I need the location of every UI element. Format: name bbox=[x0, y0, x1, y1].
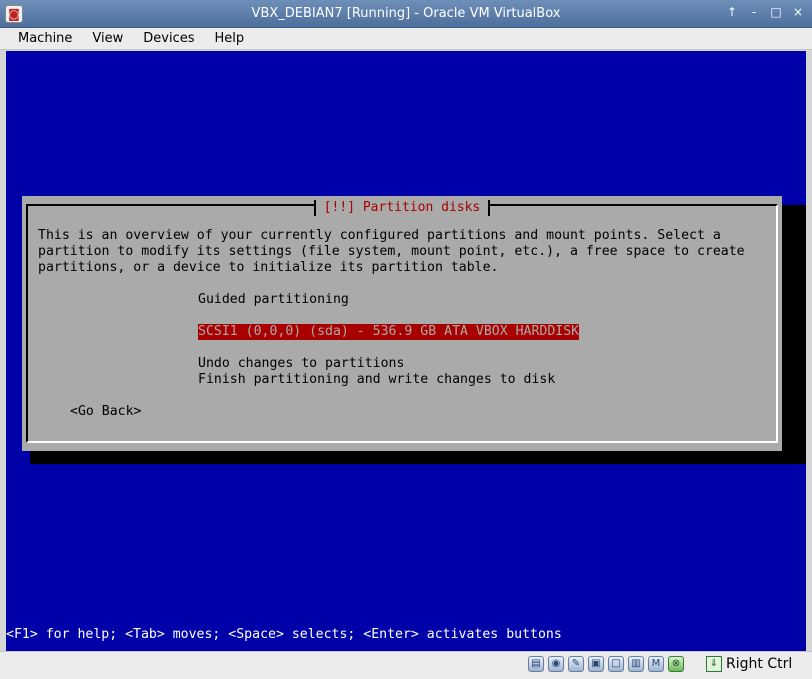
partition-dialog: [!!] Partition disks This is an overview… bbox=[22, 196, 782, 451]
menu-machine[interactable]: Machine bbox=[8, 28, 82, 49]
status-bar: ▤ ◉ ✎ ▣ □ ▥ M ⊗ ⇓ Right Ctrl bbox=[0, 651, 812, 679]
vm-screen[interactable]: [!!] Partition disks This is an overview… bbox=[6, 51, 806, 651]
menu-bar: Machine View Devices Help bbox=[0, 28, 812, 50]
option-finish-partitioning[interactable]: Finish partitioning and write changes to… bbox=[198, 372, 555, 388]
mouse-integration-icon: ⇓ bbox=[706, 656, 722, 672]
usb-icon[interactable]: ✎ bbox=[568, 656, 584, 672]
host-key-label: Right Ctrl bbox=[726, 656, 793, 672]
maximize-icon[interactable]: □ bbox=[770, 5, 782, 19]
minimize-icon[interactable]: - bbox=[748, 5, 760, 19]
host-key-indicator[interactable]: ⇓ Right Ctrl bbox=[706, 656, 792, 672]
menu-devices[interactable]: Devices bbox=[133, 28, 204, 49]
close-icon[interactable]: × bbox=[792, 5, 804, 19]
keep-above-icon[interactable]: ↑ bbox=[726, 5, 738, 19]
network-icon[interactable]: M bbox=[648, 656, 664, 672]
video-capture-icon[interactable]: ▥ bbox=[628, 656, 644, 672]
shared-folders-icon[interactable]: ▣ bbox=[588, 656, 604, 672]
display-icon[interactable]: □ bbox=[608, 656, 624, 672]
window-controls: ↑ - □ × bbox=[726, 5, 804, 19]
dialog-title-text: [!!] Partition disks bbox=[313, 200, 491, 216]
optical-drive-icon[interactable]: ◉ bbox=[548, 656, 564, 672]
dialog-description: This is an overview of your currently co… bbox=[38, 228, 745, 276]
window-titlebar[interactable]: ◙ VBX_DEBIAN7 [Running] - Oracle VM Virt… bbox=[0, 0, 812, 28]
hard-disk-icon[interactable]: ▤ bbox=[528, 656, 544, 672]
description-line: partitions, or a device to initialize it… bbox=[38, 260, 499, 275]
dialog-title: [!!] Partition disks bbox=[28, 196, 776, 216]
menu-view[interactable]: View bbox=[82, 28, 133, 49]
cpu-icon[interactable]: ⊗ bbox=[668, 656, 684, 672]
option-undo-changes[interactable]: Undo changes to partitions bbox=[198, 356, 404, 372]
help-line: <F1> for help; <Tab> moves; <Space> sele… bbox=[6, 627, 562, 642]
option-disk-sda[interactable]: SCSI1 (0,0,0) (sda) - 536.9 GB ATA VBOX … bbox=[198, 324, 580, 340]
window-title: VBX_DEBIAN7 [Running] - Oracle VM Virtua… bbox=[251, 6, 561, 21]
menu-help[interactable]: Help bbox=[205, 28, 255, 49]
description-line: This is an overview of your currently co… bbox=[38, 228, 721, 243]
status-icons: ▤ ◉ ✎ ▣ □ ▥ M ⊗ bbox=[528, 656, 684, 672]
option-guided-partitioning[interactable]: Guided partitioning bbox=[198, 292, 349, 308]
description-line: partition to modify its settings (file s… bbox=[38, 244, 745, 259]
go-back-button[interactable]: <Go Back> bbox=[70, 404, 141, 420]
